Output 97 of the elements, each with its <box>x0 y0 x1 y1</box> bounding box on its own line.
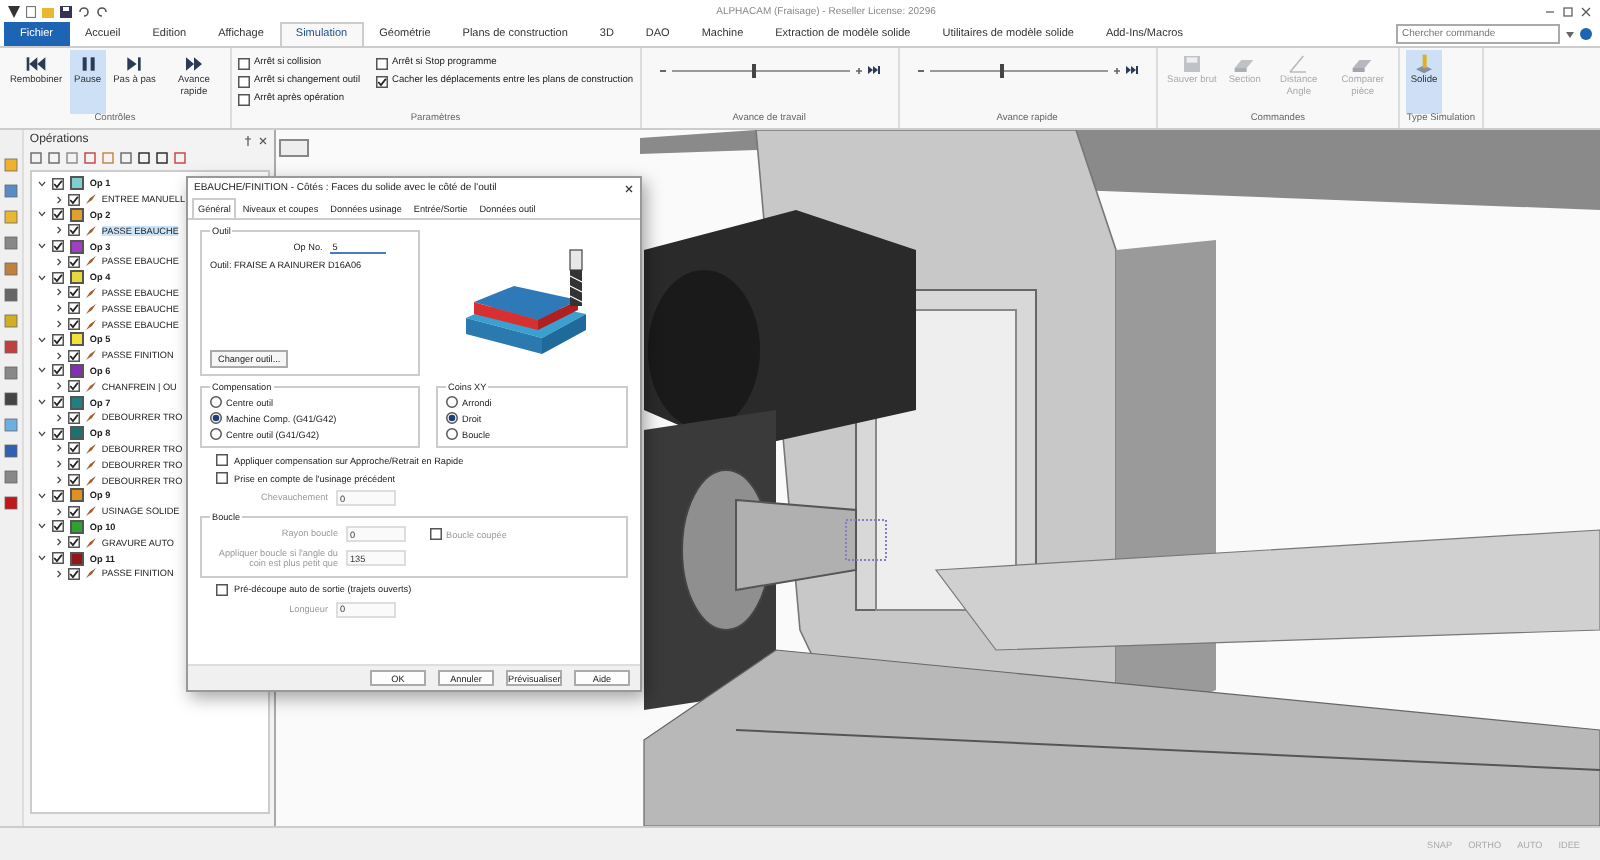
slider-thumb[interactable] <box>751 63 756 77</box>
chevron-icon[interactable] <box>55 507 62 516</box>
checkbox[interactable] <box>67 536 80 549</box>
cutter-icon <box>85 506 96 517</box>
chevron-icon[interactable] <box>37 491 46 500</box>
close-icon[interactable] <box>258 135 268 145</box>
cutter-icon <box>85 256 96 267</box>
checkbox[interactable] <box>51 520 64 533</box>
cutter-icon <box>85 350 96 361</box>
cutter-icon <box>85 194 96 205</box>
checkbox[interactable] <box>67 224 80 237</box>
checkbox[interactable] <box>67 193 80 206</box>
caret-icon[interactable] <box>1566 31 1574 37</box>
checkbox[interactable] <box>67 380 80 393</box>
checkbox[interactable] <box>67 458 80 471</box>
radio-button[interactable] <box>210 396 222 408</box>
save-icon[interactable] <box>60 5 72 17</box>
radio-button[interactable] <box>446 428 458 440</box>
chevron-icon[interactable] <box>55 351 62 360</box>
checkbox[interactable] <box>51 333 64 346</box>
undo-icon[interactable] <box>78 5 90 17</box>
restore-icon[interactable] <box>1562 5 1574 17</box>
pause-icon <box>82 57 95 71</box>
close-icon[interactable] <box>1580 5 1592 17</box>
checkbox[interactable] <box>67 442 80 455</box>
checkbox[interactable] <box>237 93 250 105</box>
checkbox[interactable] <box>51 427 64 440</box>
chevron-icon[interactable] <box>37 522 46 531</box>
checkbox[interactable] <box>67 318 80 331</box>
step-icon <box>127 57 142 71</box>
checkbox[interactable] <box>216 472 228 484</box>
chevron-icon[interactable] <box>37 179 46 188</box>
chevron-icon[interactable] <box>55 257 62 266</box>
plus-icon[interactable] <box>1113 67 1120 73</box>
radio-button[interactable] <box>446 396 458 408</box>
checkbox[interactable] <box>67 474 80 487</box>
checkbox[interactable] <box>376 57 389 69</box>
radio-button[interactable] <box>210 412 222 424</box>
checkbox[interactable] <box>237 57 250 69</box>
chevron-icon[interactable] <box>37 398 46 407</box>
chevron-icon[interactable] <box>37 429 46 438</box>
chevron-icon[interactable] <box>37 335 46 344</box>
checkbox[interactable] <box>67 255 80 268</box>
chevron-icon[interactable] <box>55 382 62 391</box>
close-icon[interactable] <box>624 183 634 193</box>
checkbox[interactable] <box>51 364 64 377</box>
angle-icon <box>1289 55 1308 73</box>
radio-button[interactable] <box>446 412 458 424</box>
checkbox[interactable] <box>51 240 64 253</box>
new-file-icon[interactable] <box>26 5 36 17</box>
checkbox[interactable] <box>237 75 250 87</box>
checkbox[interactable] <box>67 411 80 424</box>
chevron-icon[interactable] <box>37 554 46 563</box>
checkbox[interactable] <box>67 349 80 362</box>
minimize-icon[interactable] <box>1544 5 1556 17</box>
plus-icon[interactable] <box>855 67 862 73</box>
skip-end-icon[interactable] <box>867 66 880 74</box>
checkbox[interactable] <box>51 177 64 190</box>
minus-icon[interactable] <box>659 67 666 73</box>
checkbox[interactable] <box>51 271 64 284</box>
chevron-icon[interactable] <box>37 210 46 219</box>
cutter-icon <box>85 568 96 579</box>
checkbox[interactable] <box>216 583 228 596</box>
block-icon <box>1353 60 1373 72</box>
rewind-icon <box>26 57 46 71</box>
cutter-icon <box>85 537 96 548</box>
checkbox[interactable] <box>67 505 80 518</box>
checkbox[interactable] <box>67 302 80 315</box>
block-icon <box>1235 60 1255 72</box>
checkbox[interactable] <box>51 552 64 565</box>
chevron-icon[interactable] <box>55 569 62 578</box>
checkbox[interactable] <box>376 75 389 87</box>
app-logo-icon[interactable] <box>8 5 20 17</box>
skip-end-icon[interactable] <box>1125 66 1138 74</box>
view-cube-icon[interactable] <box>279 139 309 157</box>
fast-forward-icon <box>185 57 202 71</box>
chevron-icon[interactable] <box>37 273 46 282</box>
solid-icon <box>1416 54 1433 74</box>
redo-icon[interactable] <box>96 5 108 17</box>
slider-thumb[interactable] <box>1000 63 1005 77</box>
checkbox[interactable] <box>51 489 64 502</box>
chevron-icon[interactable] <box>55 226 62 235</box>
radio-button[interactable] <box>210 428 222 440</box>
chevron-icon[interactable] <box>55 538 62 547</box>
checkbox[interactable] <box>67 286 80 299</box>
minus-icon[interactable] <box>917 67 924 73</box>
chevron-icon[interactable] <box>55 195 62 204</box>
cutter-icon <box>85 412 96 423</box>
chevron-icon[interactable] <box>37 366 46 375</box>
checkbox[interactable] <box>51 396 64 409</box>
cutter-icon <box>85 225 96 236</box>
checkbox[interactable] <box>216 454 228 466</box>
checkbox[interactable] <box>51 208 64 221</box>
cutter-icon <box>85 381 96 392</box>
chevron-icon[interactable] <box>55 413 62 422</box>
chevron-icon[interactable] <box>37 242 46 251</box>
checkbox[interactable] <box>67 567 80 580</box>
